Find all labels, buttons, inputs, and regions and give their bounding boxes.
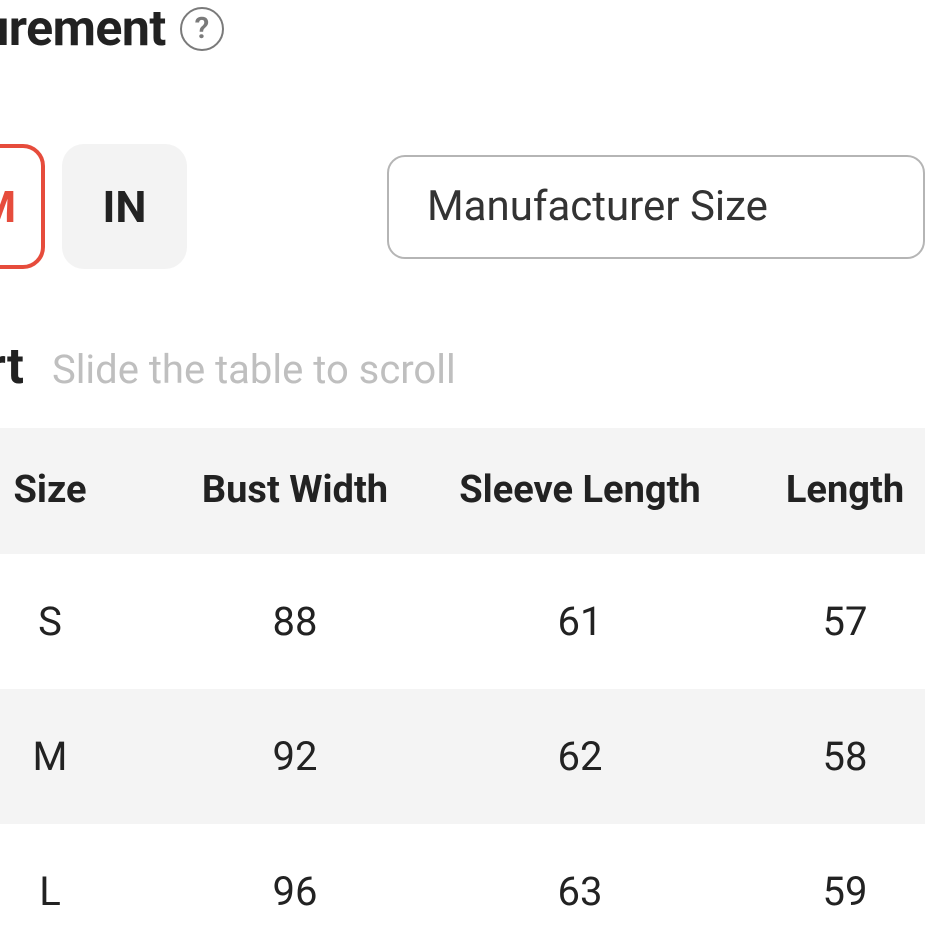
table-row: M 92 62 58 [0,689,925,824]
unit-in-button[interactable]: IN [62,144,187,269]
cell-size: S [0,554,160,689]
help-icon[interactable]: ? [180,7,224,51]
col-size: Size [0,428,160,554]
chart-scroll-hint: Slide the table to scroll [52,346,456,393]
size-type-select[interactable]: Manufacturer Size [387,155,925,259]
cell-size: M [0,689,160,824]
cell-bust: 96 [160,824,430,925]
cell-bust: 88 [160,554,430,689]
col-sleeve: Sleeve Length [430,428,730,554]
cell-length: 58 [730,689,925,824]
size-chart-table-wrap[interactable]: Size Bust Width Sleeve Length Length S 8… [0,428,925,925]
chart-heading: Chart [0,338,24,396]
unit-toggle-group: CM IN [0,144,187,269]
size-chart-table: Size Bust Width Sleeve Length Length S 8… [0,428,925,925]
cell-sleeve: 63 [430,824,730,925]
cell-sleeve: 62 [430,689,730,824]
cell-sleeve: 61 [430,554,730,689]
table-row: L 96 63 59 [0,824,925,925]
page-title: Measurement [0,0,166,58]
col-bust: Bust Width [160,428,430,554]
table-row: S 88 61 57 [0,554,925,689]
unit-cm-button[interactable]: CM [0,144,45,269]
cell-size: L [0,824,160,925]
cell-bust: 92 [160,689,430,824]
cell-length: 57 [730,554,925,689]
col-length: Length [730,428,925,554]
size-type-select-label: Manufacturer Size [427,182,768,231]
table-header-row: Size Bust Width Sleeve Length Length [0,428,925,554]
cell-length: 59 [730,824,925,925]
